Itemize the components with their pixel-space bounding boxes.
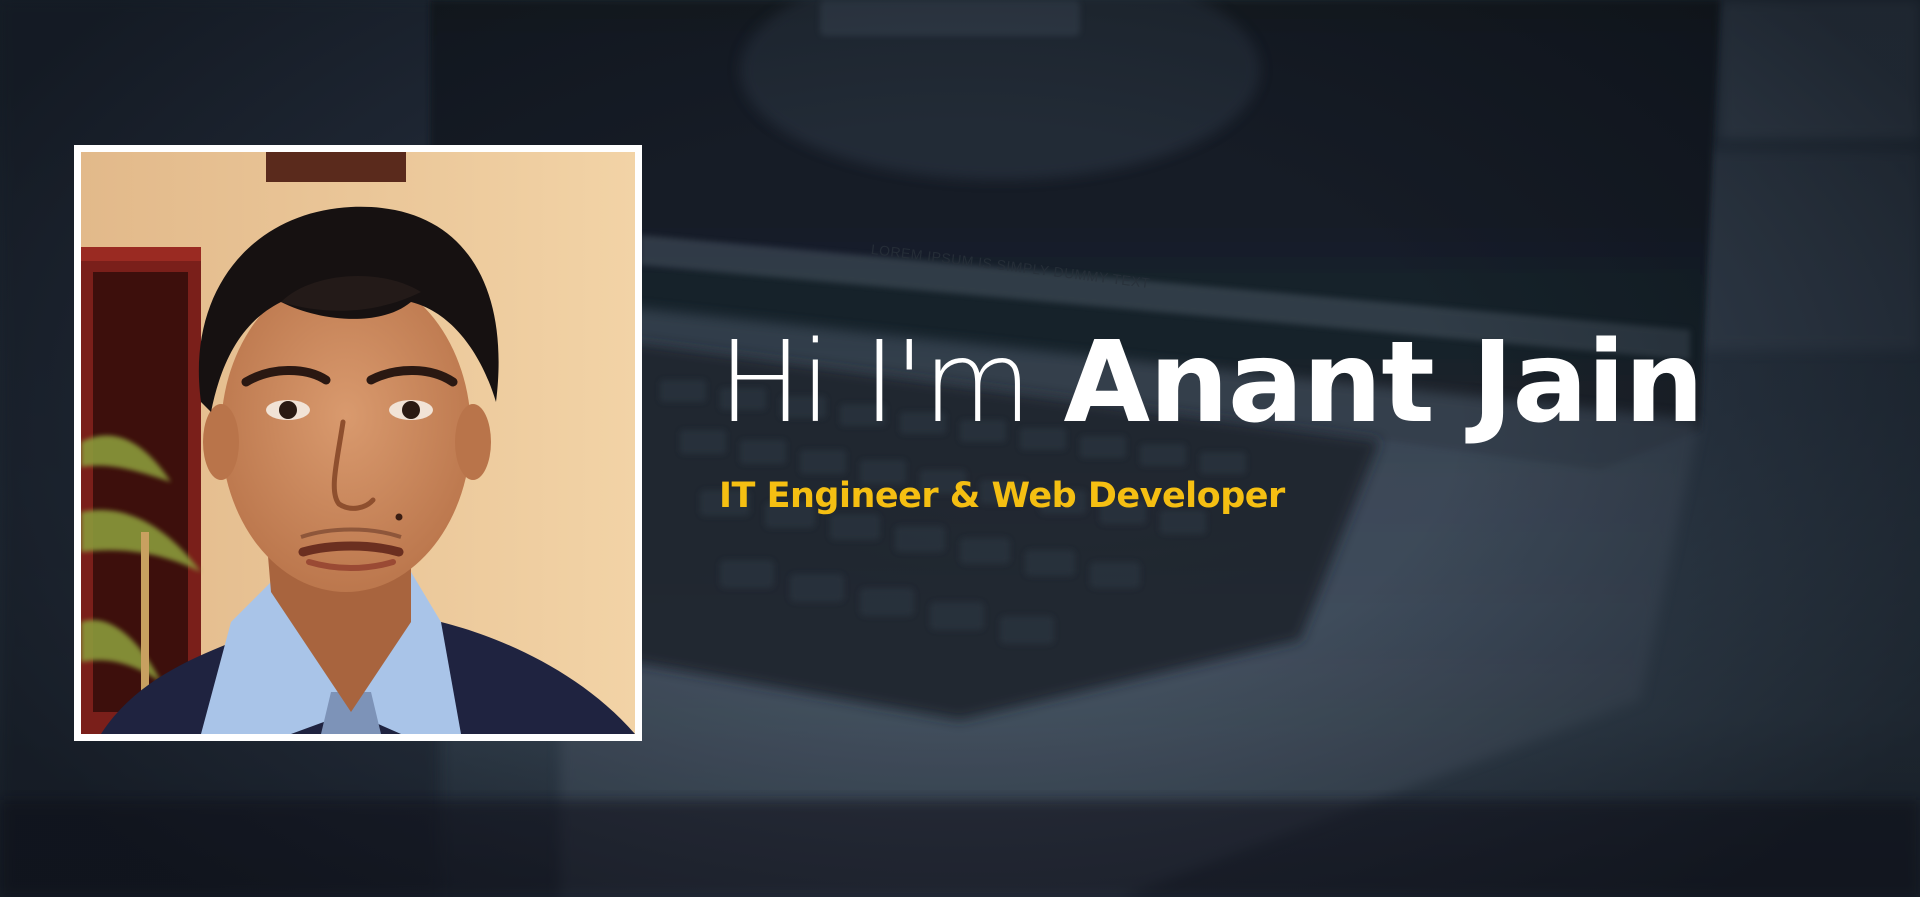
name-text: Anant Jain bbox=[1063, 318, 1704, 448]
profile-photo-icon bbox=[81, 152, 635, 734]
hero-headline: Hi I'm Anant Jain bbox=[718, 318, 1704, 448]
hero-subtitle: IT Engineer & Web Developer bbox=[719, 476, 1285, 516]
hero-section: LOREM IPSUM IS SIMPLY DUMMY TEXT Hi I'm … bbox=[0, 0, 1920, 897]
greeting-text: Hi I'm bbox=[718, 318, 1032, 448]
profile-photo-frame bbox=[74, 145, 642, 741]
